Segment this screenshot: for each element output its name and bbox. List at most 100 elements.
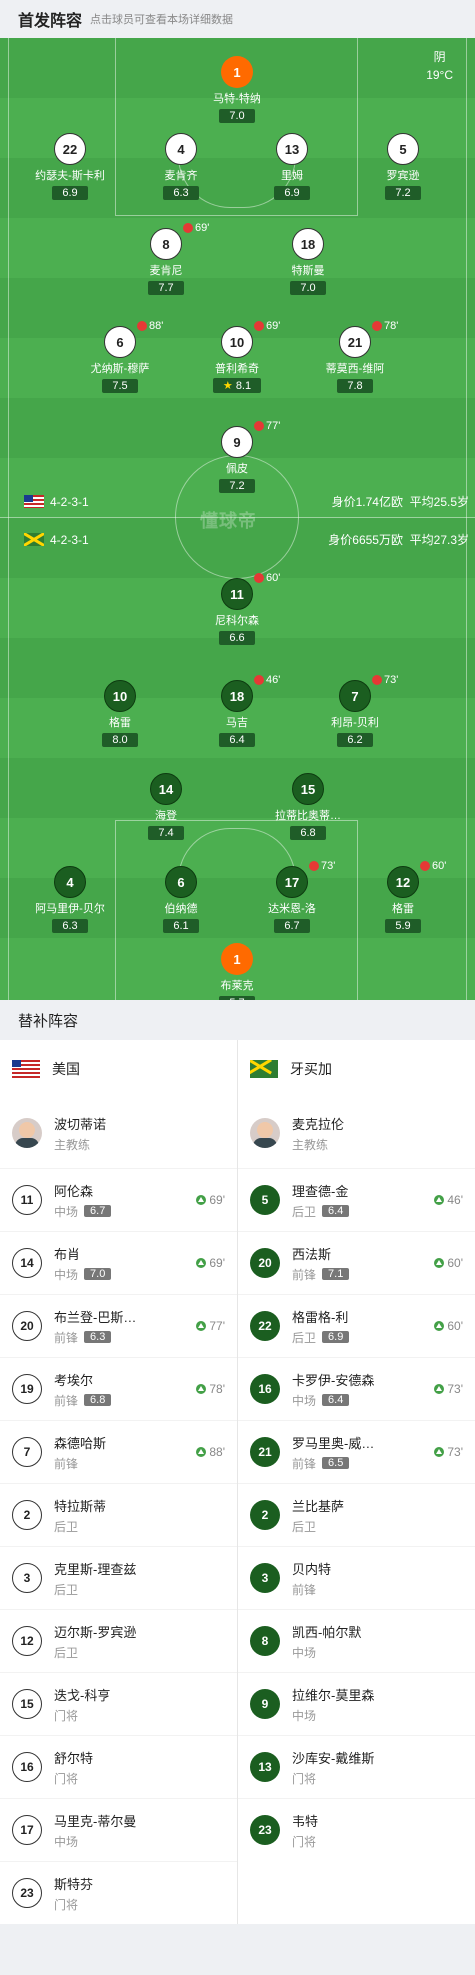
player-number: 7: [339, 680, 371, 712]
subs-panel: 美国 波切蒂诺 主教练 11 阿伦森 中场 6.7 69' 14 布肖 中场 7.0 69' 20 布兰…: [0, 1040, 475, 1924]
away-player[interactable]: 4 阿马里伊-贝尔 6.3: [15, 866, 125, 934]
sub-minute: 77': [266, 420, 281, 432]
sub-position: 中场: [54, 1834, 79, 1849]
sub-player-row[interactable]: 23 斯特芬 门将: [0, 1861, 237, 1924]
star-icon: ★: [222, 380, 236, 392]
sub-off-icon: 60': [420, 860, 446, 872]
home-player[interactable]: 22 约瑟夫-斯卡利 6.9: [15, 133, 125, 201]
player-rating: 6.4: [219, 733, 255, 747]
sub-player-row[interactable]: 12 迈尔斯-罗宾逊 后卫: [0, 1609, 237, 1672]
sub-on-indicator: 60': [434, 1256, 463, 1270]
player-name: 特斯曼: [291, 265, 325, 277]
sub-player-row[interactable]: 19 考埃尔 前锋 6.8 78': [0, 1357, 237, 1420]
player-rating: 5.9: [385, 919, 421, 933]
coach-name: 麦克拉伦: [292, 1116, 345, 1132]
player-number: 1: [221, 943, 253, 975]
sub-position: 后卫: [292, 1519, 317, 1534]
home-player[interactable]: 18 特斯曼 7.0: [253, 228, 363, 296]
sub-player-row[interactable]: 13 沙库安-戴维斯 门将: [238, 1735, 475, 1798]
home-coach[interactable]: 波切蒂诺 主教练: [0, 1098, 237, 1168]
sub-off-icon: 77': [254, 420, 280, 432]
sub-player-row[interactable]: 2 特拉斯蒂 后卫: [0, 1483, 237, 1546]
sub-minute: 60': [432, 860, 447, 872]
sub-player-row[interactable]: 3 贝内特 前锋: [238, 1546, 475, 1609]
sub-number: 9: [250, 1689, 280, 1719]
sub-player-row[interactable]: 2 兰比基萨 后卫: [238, 1483, 475, 1546]
player-rating: ★ 8.1: [212, 378, 262, 393]
sub-player-row[interactable]: 17 马里克-蒂尔曼 中场: [0, 1798, 237, 1861]
sub-on-indicator: 73': [434, 1445, 463, 1459]
sub-number: 8: [250, 1626, 280, 1656]
sub-minute: 77': [209, 1319, 225, 1333]
away-player[interactable]: 18 46' 马吉 6.4: [182, 674, 292, 748]
player-name: 里姆: [281, 170, 303, 182]
sub-minute: 73': [321, 860, 336, 872]
sub-name: 布兰登-巴斯…: [54, 1309, 137, 1325]
away-player[interactable]: 14 海登 7.4: [111, 773, 221, 841]
away-value: 身价6655万欧: [328, 533, 403, 547]
sub-minute: 73': [447, 1382, 463, 1396]
sub-player-row[interactable]: 21 罗马里奥-威… 前锋 6.5 73': [238, 1420, 475, 1483]
sub-rating: 6.4: [322, 1394, 350, 1406]
sub-player-row[interactable]: 16 卡罗伊-安德森 中场 6.4 73': [238, 1357, 475, 1420]
home-team-head: 美国: [0, 1040, 237, 1098]
sub-player-row[interactable]: 23 韦特 门将: [238, 1798, 475, 1861]
sub-name: 特拉斯蒂: [54, 1498, 107, 1514]
sub-on-indicator: 73': [434, 1382, 463, 1396]
sub-rating: 7.0: [84, 1268, 112, 1280]
watermark: 懂球帝: [200, 511, 257, 531]
sub-player-row[interactable]: 9 拉维尔-莫里森 中场: [238, 1672, 475, 1735]
home-player[interactable]: 13 里姆 6.9: [237, 133, 347, 201]
sub-position: 门将: [54, 1897, 79, 1912]
home-player[interactable]: 10 69' 普利希奇 ★ 8.1: [182, 320, 292, 394]
away-player[interactable]: 12 60' 格雷 5.9: [348, 860, 458, 934]
away-player[interactable]: 1 布莱克 5.7: [182, 943, 292, 1000]
sub-name: 马里克-蒂尔曼: [54, 1813, 137, 1829]
sub-player-row[interactable]: 22 格雷格-利 后卫 6.9 60': [238, 1294, 475, 1357]
sub-player-row[interactable]: 14 布肖 中场 7.0 69': [0, 1231, 237, 1294]
sub-number: 19: [12, 1374, 42, 1404]
jamaica-flag-icon: [250, 1060, 278, 1078]
home-player[interactable]: 9 77' 佩皮 7.2: [182, 420, 292, 494]
sub-rating: 6.4: [322, 1205, 350, 1217]
away-player[interactable]: 7 73' 利昂-贝利 6.2: [300, 674, 410, 748]
player-number: 5: [387, 133, 419, 165]
sub-number: 23: [12, 1878, 42, 1908]
sub-player-row[interactable]: 5 理查德-金 后卫 6.4 46': [238, 1168, 475, 1231]
sub-player-row[interactable]: 15 迭戈-科亨 门将: [0, 1672, 237, 1735]
sub-position: 门将: [292, 1834, 317, 1849]
player-rating: 7.2: [385, 186, 421, 200]
away-player[interactable]: 17 73' 达米恩-洛 6.7: [237, 860, 347, 934]
sub-player-row[interactable]: 7 森德哈斯 前锋 88': [0, 1420, 237, 1483]
sub-player-row[interactable]: 20 西法斯 前锋 7.1 60': [238, 1231, 475, 1294]
sub-minute: 46': [447, 1193, 463, 1207]
home-player[interactable]: 6 88' 尤纳斯-穆萨 7.5: [65, 320, 175, 394]
away-player[interactable]: 15 拉蒂比奥蒂… 6.8: [253, 773, 363, 841]
sub-name: 考埃尔: [54, 1372, 94, 1388]
home-player[interactable]: 8 69' 麦肯尼 7.7: [111, 222, 221, 296]
player-number: 17: [276, 866, 308, 898]
home-player[interactable]: 5 罗宾逊 7.2: [348, 133, 458, 201]
sub-number: 17: [12, 1815, 42, 1845]
away-coach[interactable]: 麦克拉伦 主教练: [238, 1098, 475, 1168]
sub-player-row[interactable]: 16 舒尔特 门将: [0, 1735, 237, 1798]
sub-number: 23: [250, 1815, 280, 1845]
sub-on-indicator: 78': [196, 1382, 225, 1396]
sub-name: 克里斯-理查兹: [54, 1561, 137, 1577]
away-player[interactable]: 10 格雷 8.0: [65, 680, 175, 748]
weather-temp: 19°C: [426, 68, 453, 82]
home-player[interactable]: 1 马特-特纳 7.0: [182, 56, 292, 124]
home-player[interactable]: 21 78' 蒂莫西-维阿 7.8: [300, 320, 410, 394]
sub-number: 14: [12, 1248, 42, 1278]
away-player[interactable]: 6 伯纳德 6.1: [126, 866, 236, 934]
sub-on-indicator: 69': [196, 1193, 225, 1207]
sub-player-row[interactable]: 11 阿伦森 中场 6.7 69': [0, 1168, 237, 1231]
sub-player-row[interactable]: 20 布兰登-巴斯… 前锋 6.3 77': [0, 1294, 237, 1357]
away-subs-column: 牙买加 麦克拉伦 主教练 5 理查德-金 后卫 6.4 46' 20 西法斯 前锋 7.1 60' 2…: [238, 1040, 475, 1924]
sub-player-row[interactable]: 8 凯西-帕尔默 中场: [238, 1609, 475, 1672]
home-subs-column: 美国 波切蒂诺 主教练 11 阿伦森 中场 6.7 69' 14 布肖 中场 7.0 69' 20 布兰…: [0, 1040, 237, 1924]
home-player[interactable]: 4 麦肯齐 6.3: [126, 133, 236, 201]
away-player[interactable]: 11 60' 尼科尔森 6.6: [182, 572, 292, 646]
sub-off-icon: 78': [372, 320, 398, 332]
sub-player-row[interactable]: 3 克里斯-理查兹 后卫: [0, 1546, 237, 1609]
